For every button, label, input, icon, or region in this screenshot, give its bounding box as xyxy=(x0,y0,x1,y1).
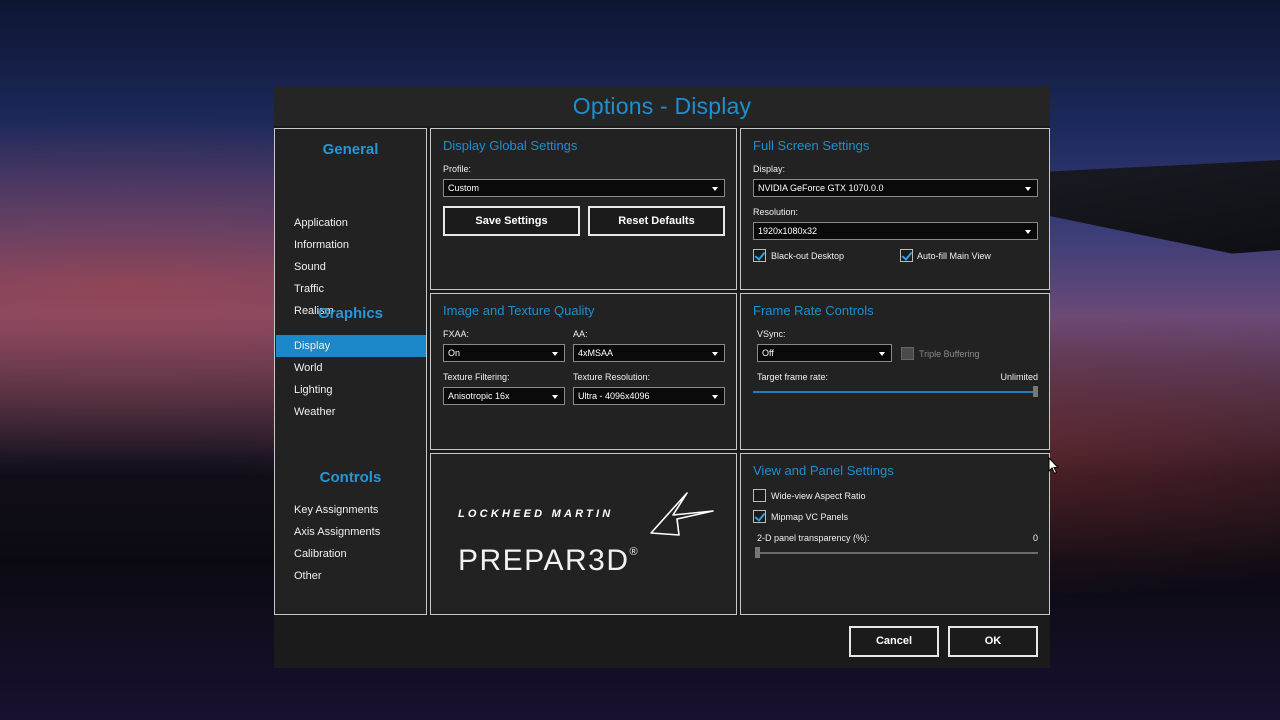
texture-filtering-label: Texture Filtering: xyxy=(443,372,510,382)
blackout-desktop-label: Black-out Desktop xyxy=(771,251,845,261)
mipmap-vc-panels-checkbox[interactable] xyxy=(753,510,766,523)
autofill-main-view-checkbox[interactable] xyxy=(900,249,913,262)
texture-resolution-value: Ultra - 4096x4096 xyxy=(578,391,650,401)
resolution-value: 1920x1080x32 xyxy=(758,226,818,236)
registered-mark: ® xyxy=(629,546,640,558)
options-dialog: Options - Display General Application In… xyxy=(274,86,1050,668)
sidebar-item-calibration[interactable]: Calibration xyxy=(276,543,426,565)
blackout-desktop-checkbox[interactable] xyxy=(753,249,766,262)
resolution-select[interactable]: 1920x1080x32 xyxy=(753,222,1038,240)
dialog-title: Options - Display xyxy=(274,86,1050,126)
autofill-main-view-label: Auto-fill Main View xyxy=(917,251,991,261)
texture-resolution-select[interactable]: Ultra - 4096x4096 xyxy=(573,387,725,405)
sidebar-item-lighting[interactable]: Lighting xyxy=(276,379,426,401)
fxaa-label: FXAA: xyxy=(443,329,470,339)
panel-transparency-slider-thumb[interactable] xyxy=(755,547,760,558)
view-panel-title: View and Panel Settings xyxy=(753,463,894,478)
fxaa-select[interactable]: On xyxy=(443,344,565,362)
target-frame-rate-slider-track[interactable] xyxy=(753,391,1038,393)
display-global-panel: Display Global Settings Profile: Custom … xyxy=(430,128,737,290)
sidebar-heading-general: General xyxy=(322,141,379,158)
aa-label: AA: xyxy=(573,329,588,339)
options-sidebar: General Application Information Sound Tr… xyxy=(274,128,427,615)
ok-button[interactable]: OK xyxy=(948,626,1038,657)
vsync-select[interactable]: Off xyxy=(757,344,892,362)
prepar3d-logo: PREPAR3D® xyxy=(458,544,639,578)
resolution-label: Resolution: xyxy=(753,207,799,217)
sidebar-item-weather[interactable]: Weather xyxy=(276,401,426,423)
sidebar-item-application[interactable]: Application xyxy=(276,212,426,234)
vsync-label: VSync: xyxy=(757,329,786,339)
sidebar-heading-controls: Controls xyxy=(319,469,382,486)
full-screen-panel: Full Screen Settings Display: NVIDIA GeF… xyxy=(740,128,1050,290)
mipmap-vc-panels-label: Mipmap VC Panels xyxy=(771,512,849,522)
sidebar-item-key-assignments[interactable]: Key Assignments xyxy=(276,499,426,521)
reset-defaults-button[interactable]: Reset Defaults xyxy=(588,206,725,236)
aa-select[interactable]: 4xMSAA xyxy=(573,344,725,362)
sidebar-item-information[interactable]: Information xyxy=(276,234,426,256)
sidebar-item-sound[interactable]: Sound xyxy=(276,256,426,278)
aa-value: 4xMSAA xyxy=(578,348,614,358)
image-quality-panel: Image and Texture Quality FXAA: On AA: 4… xyxy=(430,293,737,450)
texture-filtering-select[interactable]: Anisotropic 16x xyxy=(443,387,565,405)
chevron-down-icon xyxy=(712,395,718,399)
chevron-down-icon xyxy=(712,187,718,191)
airplane-wing xyxy=(1040,160,1280,254)
panel-transparency-value: 0 xyxy=(1032,533,1038,543)
panel-transparency-label: 2-D panel transparency (%): xyxy=(757,533,870,543)
profile-select[interactable]: Custom xyxy=(443,179,725,197)
sidebar-item-axis-assignments[interactable]: Axis Assignments xyxy=(276,521,426,543)
frame-rate-panel: Frame Rate Controls VSync: Off Triple Bu… xyxy=(740,293,1050,450)
sidebar-item-traffic[interactable]: Traffic xyxy=(276,278,426,300)
target-frame-rate-slider-fill xyxy=(753,391,1038,393)
target-frame-rate-value: Unlimited xyxy=(1000,372,1038,382)
chevron-down-icon xyxy=(1025,187,1031,191)
frame-rate-title: Frame Rate Controls xyxy=(753,303,874,318)
sidebar-item-world[interactable]: World xyxy=(276,357,426,379)
chevron-down-icon xyxy=(1025,230,1031,234)
prepar3d-logo-text: PREPAR3D xyxy=(458,544,630,577)
display-select[interactable]: NVIDIA GeForce GTX 1070.0.0 xyxy=(753,179,1038,197)
target-frame-rate-slider-thumb[interactable] xyxy=(1033,386,1038,397)
chevron-down-icon xyxy=(552,352,558,356)
chevron-down-icon xyxy=(552,395,558,399)
cancel-button[interactable]: Cancel xyxy=(849,626,939,657)
texture-resolution-label: Texture Resolution: xyxy=(573,372,651,382)
lockheed-martin-logo-text: LOCKHEED MARTIN xyxy=(458,508,614,520)
view-panel-settings-panel: View and Panel Settings Wide-view Aspect… xyxy=(740,453,1050,615)
target-frame-rate-label: Target frame rate: xyxy=(757,372,829,382)
sidebar-item-display[interactable]: Display xyxy=(276,335,426,357)
triple-buffering-label: Triple Buffering xyxy=(919,349,980,359)
profile-value: Custom xyxy=(448,183,480,193)
triple-buffering-checkbox[interactable] xyxy=(901,347,914,360)
wide-view-aspect-label: Wide-view Aspect Ratio xyxy=(771,491,866,501)
mouse-pointer-icon xyxy=(1048,457,1060,475)
chevron-down-icon xyxy=(879,352,885,356)
chevron-down-icon xyxy=(712,352,718,356)
profile-label: Profile: xyxy=(443,164,472,174)
sidebar-item-other[interactable]: Other xyxy=(276,565,426,587)
logo-panel: LOCKHEED MARTIN PREPAR3D® xyxy=(430,453,737,615)
display-value: NVIDIA GeForce GTX 1070.0.0 xyxy=(758,183,884,193)
display-label: Display: xyxy=(753,164,786,174)
full-screen-title: Full Screen Settings xyxy=(753,138,870,153)
display-global-title: Display Global Settings xyxy=(443,138,578,153)
sidebar-heading-graphics: Graphics xyxy=(317,305,384,322)
lockheed-star-logo-icon xyxy=(650,492,714,536)
fxaa-value: On xyxy=(448,348,461,358)
panel-transparency-slider-track[interactable] xyxy=(755,552,1038,554)
texture-filtering-value: Anisotropic 16x xyxy=(448,391,510,401)
save-settings-button[interactable]: Save Settings xyxy=(443,206,580,236)
vsync-value: Off xyxy=(762,348,774,358)
image-quality-title: Image and Texture Quality xyxy=(443,303,595,318)
wide-view-aspect-checkbox[interactable] xyxy=(753,489,766,502)
